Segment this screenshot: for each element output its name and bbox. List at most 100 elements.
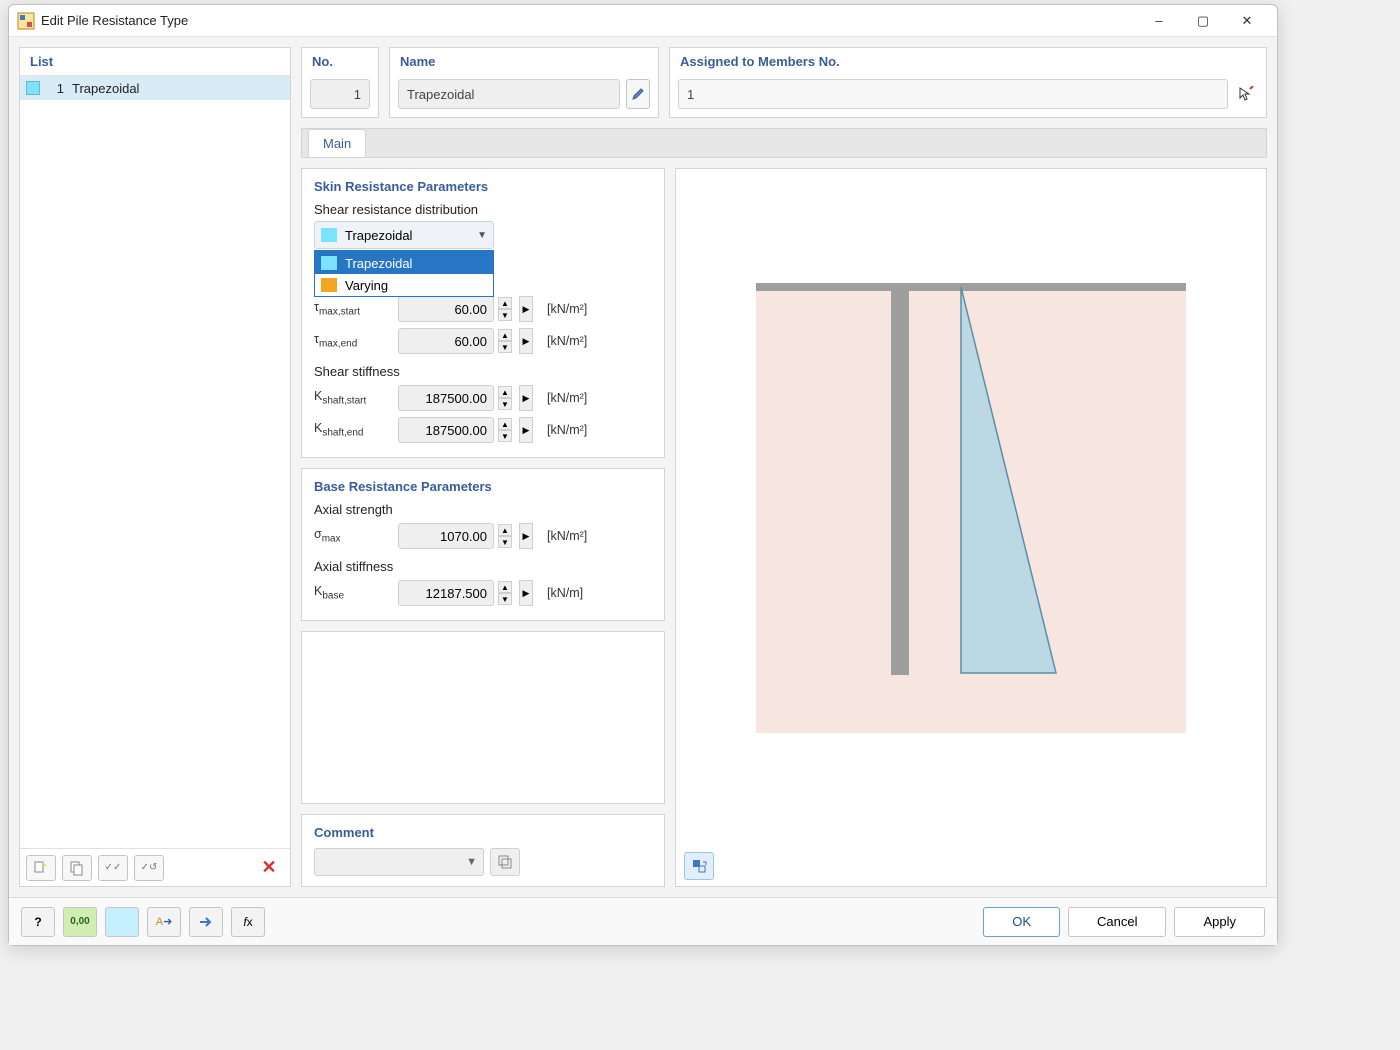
stepper-button[interactable]: ▶: [519, 580, 533, 606]
tau-start-input[interactable]: [398, 296, 494, 322]
dialog-window: Edit Pile Resistance Type – ▢ ✕ List 1 T…: [8, 4, 1278, 946]
preview-canvas: [676, 169, 1266, 846]
base-title: Base Resistance Parameters: [314, 479, 652, 494]
minimize-button[interactable]: –: [1137, 6, 1181, 36]
stack-icon: [498, 855, 512, 869]
dist-label: Shear resistance distribution: [314, 202, 652, 217]
shear-stiffness-label: Shear stiffness: [314, 364, 652, 379]
unit-label: [kN/m²]: [547, 529, 587, 543]
ok-button[interactable]: OK: [983, 907, 1060, 937]
fx-button[interactable]: fx: [231, 907, 265, 937]
list-item[interactable]: 1 Trapezoidal: [20, 76, 290, 100]
chevron-down-icon: ▼: [466, 856, 477, 868]
maximize-button[interactable]: ▢: [1181, 6, 1225, 36]
spinner[interactable]: ▲▼: [498, 297, 512, 321]
stepper-button[interactable]: ▶: [519, 523, 533, 549]
no-label: No.: [302, 48, 378, 75]
edit-name-button[interactable]: [626, 79, 650, 109]
spinner[interactable]: ▲▼: [498, 581, 512, 605]
stepper-button[interactable]: ▶: [519, 296, 533, 322]
comment-title: Comment: [314, 825, 652, 840]
new-button[interactable]: [26, 855, 56, 881]
assigned-field[interactable]: 1: [678, 79, 1228, 109]
spinner[interactable]: ▲▼: [498, 418, 512, 442]
cancel-button[interactable]: Cancel: [1068, 907, 1166, 937]
help-button[interactable]: ?: [21, 907, 55, 937]
cursor-pick-icon: [1238, 86, 1254, 102]
list-item-label: Trapezoidal: [72, 81, 139, 96]
option-label: Varying: [345, 278, 388, 293]
color-button[interactable]: [105, 907, 139, 937]
dist-combo-wrap: Trapezoidal ▼ Trapezoidal Var: [314, 221, 494, 249]
tau-end-label: τmax,end: [314, 332, 390, 350]
tabstrip: Main: [301, 128, 1267, 158]
tab-main[interactable]: Main: [308, 129, 366, 157]
dist-combobox[interactable]: Trapezoidal ▼: [314, 221, 494, 249]
delete-button[interactable]: ✕: [254, 855, 284, 881]
preview-card: [675, 168, 1267, 887]
dist-option-varying[interactable]: Varying: [315, 274, 493, 296]
uncheck-button[interactable]: ✓↺: [134, 855, 164, 881]
units-button[interactable]: 0,00: [63, 907, 97, 937]
stepper-button[interactable]: ▶: [519, 385, 533, 411]
content-row: Skin Resistance Parameters Shear resista…: [301, 168, 1267, 887]
main-area: No. 1 Name Trapezoidal Assigned to Membe…: [301, 47, 1267, 887]
dist-dropdown-list: Trapezoidal Varying: [314, 250, 494, 297]
unit-label: [kN/m²]: [547, 302, 587, 316]
copy-button[interactable]: [62, 855, 92, 881]
kshaft-end-input[interactable]: [398, 417, 494, 443]
stepper-button[interactable]: ▶: [519, 417, 533, 443]
name-label: Name: [390, 48, 658, 75]
assigned-card: Assigned to Members No. 1: [669, 47, 1267, 118]
preview-mode-button[interactable]: [684, 852, 714, 880]
arrow-icon: [198, 915, 214, 929]
sigma-input[interactable]: [398, 523, 494, 549]
dist-option-trapezoidal[interactable]: Trapezoidal: [315, 252, 493, 274]
apply-button[interactable]: Apply: [1174, 907, 1265, 937]
color-swatch-icon: [26, 81, 40, 95]
unit-label: [kN/m²]: [547, 423, 587, 437]
list-toolbar: ✓✓ ✓↺ ✕: [20, 848, 290, 886]
no-field[interactable]: 1: [310, 79, 370, 109]
option-label: Trapezoidal: [345, 256, 412, 271]
color-swatch-icon: [321, 256, 337, 270]
skin-title: Skin Resistance Parameters: [314, 179, 652, 194]
window-title: Edit Pile Resistance Type: [41, 13, 1137, 28]
pencil-icon: [631, 87, 645, 101]
pick-members-button[interactable]: [1234, 79, 1258, 109]
comment-card: Comment ▼: [301, 814, 665, 887]
stepper-button[interactable]: ▶: [519, 328, 533, 354]
name-card: Name Trapezoidal: [389, 47, 659, 118]
list-panel: List 1 Trapezoidal ✓✓ ✓↺ ✕: [19, 47, 291, 887]
tau-end-input[interactable]: [398, 328, 494, 354]
close-button[interactable]: ✕: [1225, 6, 1269, 36]
list-header: List: [20, 48, 290, 76]
dist-value: Trapezoidal: [345, 228, 412, 243]
dialog-footer: ? 0,00 A➜ fx OK Cancel Apply: [9, 897, 1277, 945]
sigma-label: σmax: [314, 527, 390, 545]
axial-stiffness-label: Axial stiffness: [314, 559, 652, 574]
work-area: List 1 Trapezoidal ✓✓ ✓↺ ✕ No: [9, 37, 1277, 897]
view-button[interactable]: [189, 907, 223, 937]
spinner[interactable]: ▲▼: [498, 524, 512, 548]
axial-strength-label: Axial strength: [314, 502, 652, 517]
spinner[interactable]: ▲▼: [498, 329, 512, 353]
spinner[interactable]: ▲▼: [498, 386, 512, 410]
chevron-down-icon: ▼: [477, 230, 487, 241]
assigned-label: Assigned to Members No.: [670, 48, 1266, 75]
form-column: Skin Resistance Parameters Shear resista…: [301, 168, 665, 887]
titlebar: Edit Pile Resistance Type – ▢ ✕: [9, 5, 1277, 37]
font-button[interactable]: A➜: [147, 907, 181, 937]
preview-swap-icon: [691, 858, 707, 874]
comment-combobox[interactable]: ▼: [314, 848, 484, 876]
kshaft-end-label: Kshaft,end: [314, 421, 390, 439]
name-field[interactable]: Trapezoidal: [398, 79, 620, 109]
check-button[interactable]: ✓✓: [98, 855, 128, 881]
no-card: No. 1: [301, 47, 379, 118]
kbase-label: Kbase: [314, 584, 390, 602]
comment-library-button[interactable]: [490, 848, 520, 876]
preview-graphic-icon: [756, 283, 1186, 733]
app-icon: [17, 12, 35, 30]
kbase-input[interactable]: [398, 580, 494, 606]
kshaft-start-input[interactable]: [398, 385, 494, 411]
